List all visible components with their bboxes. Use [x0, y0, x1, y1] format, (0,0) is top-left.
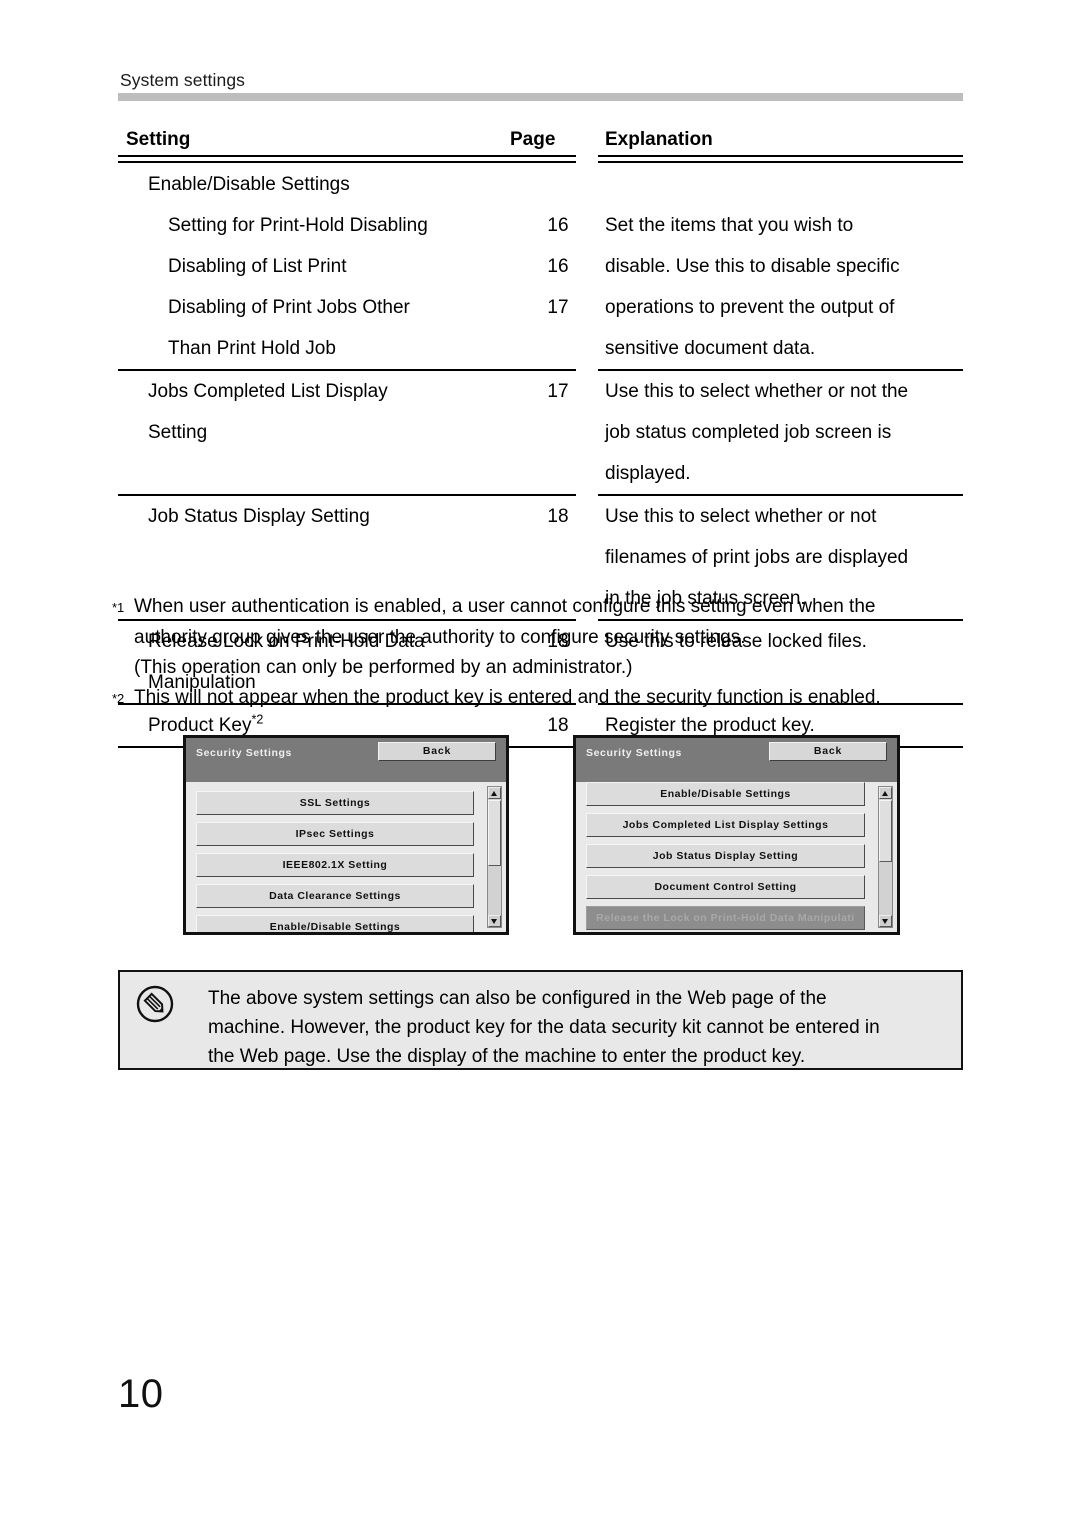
- cell-explanation: Set the items that you wish to disable. …: [598, 164, 963, 369]
- explanation-line: disable. Use this to disable specific: [605, 256, 900, 277]
- footnote-marker: *1: [112, 600, 125, 615]
- lcd-header: Security Settings Back: [576, 738, 897, 782]
- lcd-screenshot-left: Security Settings Back SSL Settings IPse…: [183, 735, 509, 935]
- lcd-button-job-status-display-setting[interactable]: Job Status Display Setting: [586, 844, 865, 868]
- explanation-line: Use this to select whether or not: [605, 506, 877, 527]
- lcd-button-enable-disable-settings[interactable]: Enable/Disable Settings: [196, 915, 474, 932]
- cell-page: 16 16 17: [518, 164, 598, 369]
- lcd-button-jobs-completed-list-display-settings[interactable]: Jobs Completed List Display Settings: [586, 813, 865, 837]
- cell-page: 17: [518, 371, 598, 494]
- setting-line: Than Print Hold Job: [168, 338, 336, 359]
- note-line: machine. However, the product key for th…: [208, 1017, 880, 1038]
- note-line: the Web page. Use the display of the mac…: [208, 1046, 806, 1067]
- note-text: The above system settings can also be co…: [208, 984, 947, 1071]
- lcd-button-list: SSL Settings IPsec Settings IEEE802.1X S…: [186, 782, 484, 932]
- lcd-button-enable-disable-settings[interactable]: Enable/Disable Settings: [586, 782, 865, 806]
- footnotes: *1 When user authentication is enabled, …: [112, 592, 982, 714]
- page-number: 18: [547, 506, 569, 527]
- lcd-button-ipsec-settings[interactable]: IPsec Settings: [196, 822, 474, 846]
- note-box: The above system settings can also be co…: [118, 970, 963, 1070]
- scrollbar[interactable]: [487, 786, 502, 928]
- running-head-rule: [118, 93, 963, 101]
- running-head: System settings: [120, 70, 246, 90]
- explanation-line: sensitive document data.: [605, 338, 816, 359]
- cell-setting: Jobs Completed List Display Setting: [118, 371, 518, 494]
- explanation-line: filenames of print jobs are displayed: [605, 547, 909, 568]
- footnote-marker: *2: [112, 691, 125, 706]
- setting-line: Disabling of List Print: [168, 256, 347, 277]
- lcd-button-list: Enable/Disable Settings Jobs Completed L…: [576, 782, 875, 932]
- lcd-header: Security Settings Back: [186, 738, 506, 782]
- page-number: 17: [547, 297, 569, 318]
- footnote-text: authority group gives the user the autho…: [134, 627, 746, 648]
- column-header-setting: Setting: [126, 129, 191, 150]
- footnote-text: (This operation can only be performed by…: [134, 657, 633, 678]
- back-button[interactable]: Back: [769, 742, 887, 761]
- cell-setting: Enable/Disable Settings Setting for Prin…: [118, 164, 518, 369]
- lcd-button-release-lock-print-hold-data-manipulation: Release the Lock on Print-Hold Data Mani…: [586, 906, 865, 930]
- lcd-title: Security Settings: [586, 747, 682, 759]
- lcd-button-ssl-settings[interactable]: SSL Settings: [196, 791, 474, 815]
- scrollbar-thumb[interactable]: [879, 800, 892, 862]
- explanation-line: job status completed job screen is: [605, 422, 892, 443]
- page-number-folio: 10: [118, 1372, 164, 1416]
- footnote-2: *2 This will not appear when the product…: [112, 683, 982, 714]
- footnote-text: This will not appear when the product ke…: [134, 687, 881, 708]
- setting-line: Setting for Print-Hold Disabling: [168, 215, 428, 236]
- table-row: Enable/Disable Settings Setting for Prin…: [118, 164, 963, 369]
- page-number: 17: [547, 381, 569, 402]
- column-header-explanation: Explanation: [605, 129, 713, 150]
- scroll-down-arrow-icon[interactable]: [879, 915, 892, 927]
- table-header-rules: [118, 155, 963, 164]
- page-number: 16: [547, 215, 569, 236]
- footnote-marker: *2: [251, 712, 264, 727]
- footnote-text: When user authentication is enabled, a u…: [134, 596, 876, 617]
- footnote-1: *1 When user authentication is enabled, …: [112, 592, 982, 623]
- document-page: System settings Setting Page Explanation…: [0, 0, 1080, 1526]
- lcd-title: Security Settings: [196, 747, 292, 759]
- explanation-line: Use this to select whether or not the: [605, 381, 909, 402]
- lcd-button-data-clearance-settings[interactable]: Data Clearance Settings: [196, 884, 474, 908]
- lcd-body: Enable/Disable Settings Jobs Completed L…: [576, 782, 897, 932]
- back-button[interactable]: Back: [378, 742, 496, 761]
- explanation-line: operations to prevent the output of: [605, 297, 895, 318]
- lcd-button-ieee8021x-setting[interactable]: IEEE802.1X Setting: [196, 853, 474, 877]
- scroll-down-arrow-icon[interactable]: [488, 915, 501, 927]
- table-row: Jobs Completed List Display Setting 17 U…: [118, 371, 963, 494]
- setting-line: Job Status Display Setting: [148, 506, 370, 527]
- note-line: The above system settings can also be co…: [208, 988, 827, 1009]
- setting-line: Setting: [148, 422, 208, 443]
- page-number: 16: [547, 256, 569, 277]
- scroll-up-arrow-icon[interactable]: [488, 787, 501, 799]
- scrollbar-thumb[interactable]: [488, 800, 501, 866]
- lcd-button-document-control-setting[interactable]: Document Control Setting: [586, 875, 865, 899]
- explanation-line: Set the items that you wish to: [605, 215, 854, 236]
- note-pencil-icon: [135, 984, 175, 1024]
- explanation-line: displayed.: [605, 463, 691, 484]
- setting-line: Jobs Completed List Display: [148, 381, 388, 402]
- lcd-screenshot-right: Security Settings Back Enable/Disable Se…: [573, 735, 900, 935]
- column-header-page: Page: [510, 129, 556, 150]
- setting-label: Product Key: [148, 715, 252, 736]
- scroll-up-arrow-icon[interactable]: [879, 787, 892, 799]
- setting-line: Enable/Disable Settings: [148, 174, 350, 195]
- cell-explanation: Use this to select whether or not the jo…: [598, 371, 963, 494]
- setting-line: Disabling of Print Jobs Other: [168, 297, 410, 318]
- lcd-body: SSL Settings IPsec Settings IEEE802.1X S…: [186, 782, 506, 932]
- scrollbar[interactable]: [878, 786, 893, 928]
- table-header-row: Setting Page Explanation: [118, 122, 963, 155]
